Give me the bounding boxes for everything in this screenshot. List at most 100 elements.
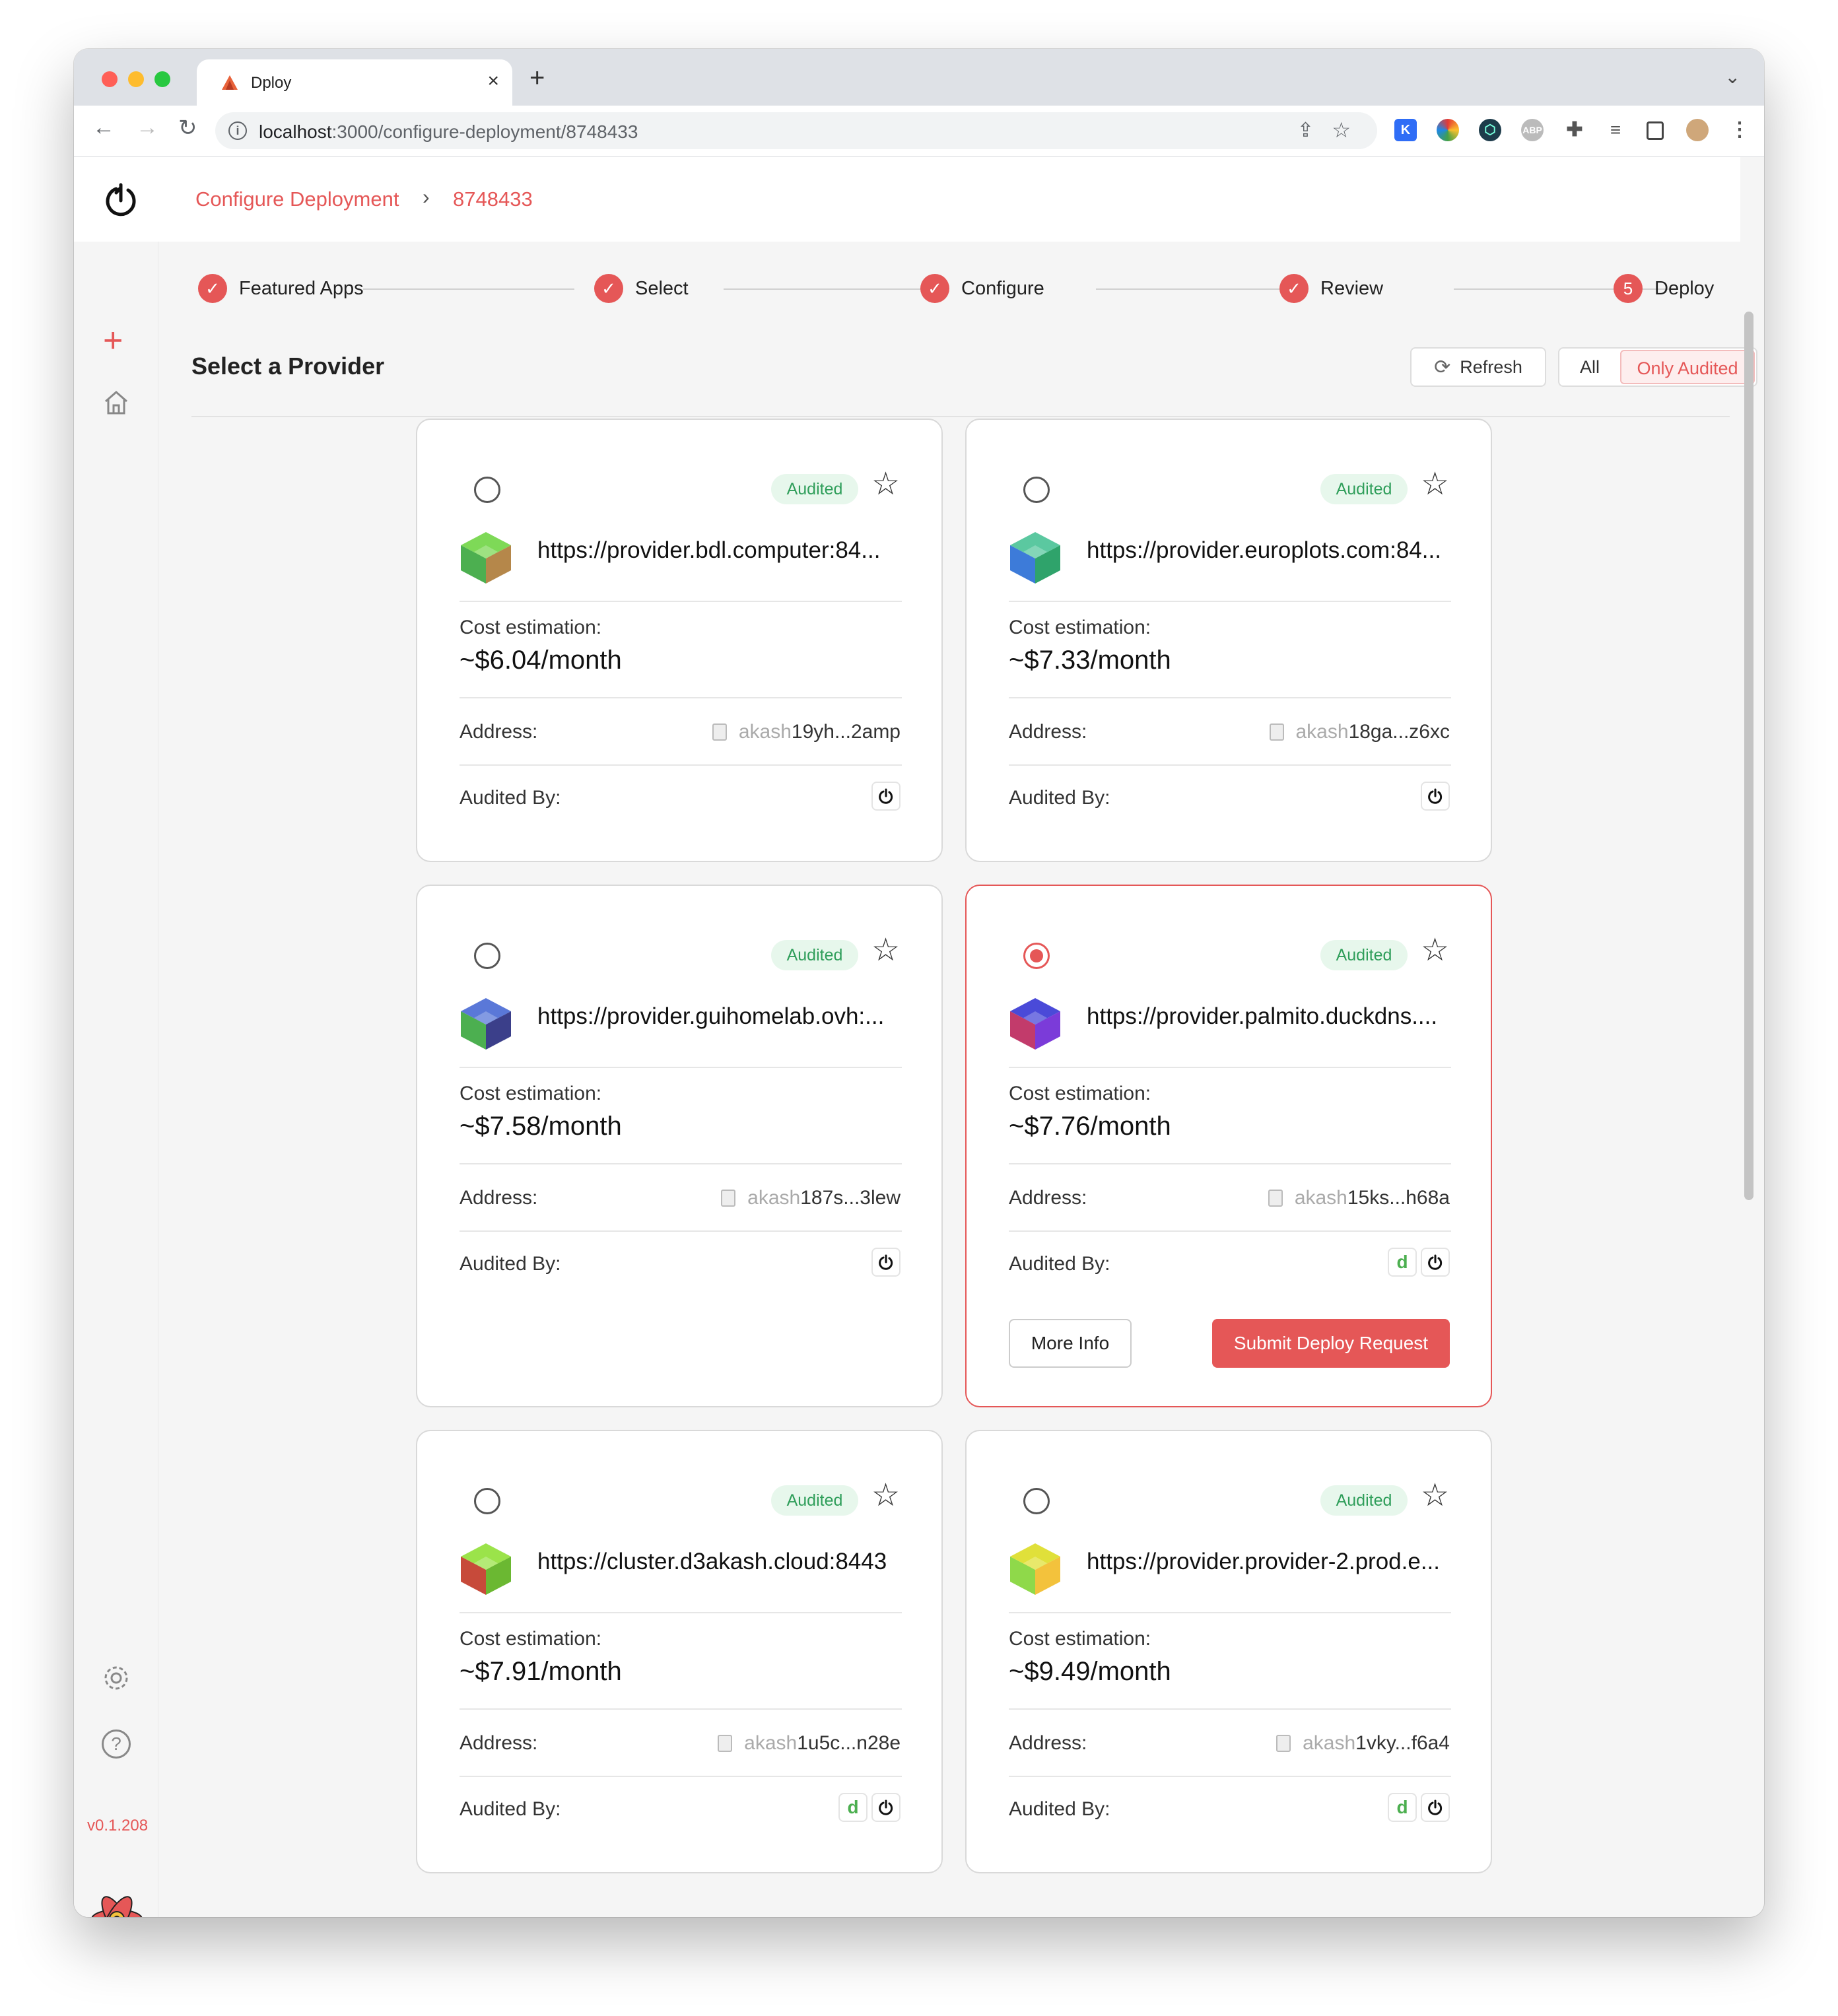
provider-address[interactable]: akash15ks...h68a: [1268, 1187, 1450, 1209]
cost-label: Cost estimation:: [460, 1628, 602, 1650]
step-deploy[interactable]: 5 Deploy: [1614, 273, 1714, 304]
provider-address[interactable]: akash187s...3lew: [721, 1187, 901, 1209]
help-icon[interactable]: ?: [102, 1730, 131, 1759]
settings-gear-icon[interactable]: [102, 1663, 131, 1693]
auditor-akash-icon[interactable]: [871, 1248, 901, 1277]
filter-all-option[interactable]: All: [1559, 357, 1620, 378]
divider: [460, 1230, 902, 1232]
copy-icon[interactable]: [1268, 1190, 1283, 1207]
provider-card[interactable]: Audited ☆ https://provider.europlots.com…: [965, 419, 1492, 862]
provider-radio[interactable]: [1023, 943, 1050, 969]
browser-menu-icon[interactable]: ⋮: [1728, 119, 1751, 141]
provider-address[interactable]: akash1u5c...n28e: [718, 1732, 901, 1755]
divider: [460, 1163, 902, 1164]
divider: [1009, 1163, 1451, 1164]
k-extension-icon[interactable]: K: [1394, 119, 1417, 141]
step-label: Configure: [961, 277, 1044, 299]
address-label: Address:: [1009, 1732, 1087, 1754]
hex-extension-icon[interactable]: ⬡: [1479, 119, 1501, 141]
reload-icon[interactable]: ↻: [178, 115, 197, 141]
auditor-list: d: [1388, 1248, 1450, 1277]
copy-icon[interactable]: [1269, 723, 1284, 741]
filter-only-audited-option[interactable]: Only Audited: [1620, 350, 1755, 384]
auditor-akash-icon[interactable]: [1421, 1248, 1450, 1277]
auditor-list: [871, 1248, 901, 1277]
cost-label: Cost estimation:: [1009, 617, 1151, 638]
provider-url: https://provider.europlots.com:84...: [1087, 537, 1441, 563]
provider-card[interactable]: Audited ☆ https://provider.guihomelab.ov…: [416, 885, 943, 1407]
side-panel-icon[interactable]: [1647, 121, 1664, 140]
reading-list-icon[interactable]: ≡: [1604, 119, 1627, 141]
auditor-akash-icon[interactable]: [1421, 1793, 1450, 1822]
favorite-star-icon[interactable]: ☆: [1421, 469, 1449, 500]
bookmark-star-icon[interactable]: ☆: [1332, 118, 1351, 143]
scrollbar-thumb[interactable]: [1744, 312, 1753, 1200]
step-label: Review: [1320, 277, 1384, 299]
profile-avatar[interactable]: [1686, 119, 1709, 141]
auditor-d-icon[interactable]: d: [1388, 1793, 1417, 1822]
extensions-puzzle-icon[interactable]: ✚: [1563, 119, 1586, 141]
copy-icon[interactable]: [712, 723, 727, 741]
provider-address[interactable]: akash19yh...2amp: [712, 721, 901, 743]
close-window-button[interactable]: [102, 71, 118, 87]
more-info-button[interactable]: More Info: [1009, 1319, 1132, 1368]
copy-icon[interactable]: [721, 1190, 736, 1207]
provider-card[interactable]: Audited ☆ https://cluster.d3akash.cloud:…: [416, 1430, 943, 1873]
address-bar[interactable]: i localhost:3000/configure-deployment/87…: [215, 112, 1377, 149]
new-deployment-plus-icon[interactable]: +: [103, 321, 123, 360]
minimize-window-button[interactable]: [128, 71, 144, 87]
auditor-d-icon[interactable]: d: [1388, 1248, 1417, 1277]
provider-card[interactable]: Audited ☆ https://provider.palmito.duckd…: [965, 885, 1492, 1407]
provider-radio[interactable]: [1023, 477, 1050, 503]
copy-icon[interactable]: [718, 1735, 733, 1752]
forward-arrow-icon[interactable]: →: [136, 115, 158, 141]
provider-address[interactable]: akash18ga...z6xc: [1269, 721, 1450, 743]
new-tab-button[interactable]: +: [529, 63, 545, 93]
stepper-connector: [1096, 288, 1309, 290]
step-review[interactable]: ✓ Review: [1279, 273, 1383, 304]
auditor-akash-icon[interactable]: [871, 1793, 901, 1822]
refresh-button[interactable]: ⟳ Refresh: [1410, 347, 1546, 387]
back-arrow-icon[interactable]: ←: [92, 115, 115, 141]
auditor-d-icon[interactable]: d: [838, 1793, 868, 1822]
share-icon[interactable]: ⇪: [1297, 119, 1314, 142]
provider-card[interactable]: Audited ☆ https://provider.bdl.computer:…: [416, 419, 943, 862]
site-info-icon[interactable]: i: [228, 121, 247, 140]
copy-icon[interactable]: [1276, 1735, 1291, 1752]
provider-card[interactable]: Audited ☆ https://provider.provider-2.pr…: [965, 1430, 1492, 1873]
step-featured-apps[interactable]: ✓ Featured Apps: [198, 273, 364, 304]
breadcrumb-deployment-id[interactable]: 8748433: [453, 187, 533, 211]
browser-tab[interactable]: Dploy ×: [197, 59, 512, 106]
provider-radio[interactable]: [1023, 1488, 1050, 1514]
home-icon[interactable]: [102, 388, 131, 417]
tab-close-icon[interactable]: ×: [487, 70, 499, 92]
adblock-extension-icon[interactable]: ABP: [1521, 119, 1544, 141]
provider-radio[interactable]: [474, 477, 500, 503]
refresh-icon: ⟳: [1434, 356, 1451, 378]
maximize-window-button[interactable]: [154, 71, 170, 87]
favorite-star-icon[interactable]: ☆: [1421, 1480, 1449, 1512]
favorite-star-icon[interactable]: ☆: [871, 469, 900, 500]
favorite-star-icon[interactable]: ☆: [871, 1480, 900, 1512]
cost-value: ~$7.76/month: [1009, 1112, 1171, 1141]
auditor-akash-icon[interactable]: [871, 782, 901, 811]
auditor-akash-icon[interactable]: [1421, 782, 1450, 811]
cost-label: Cost estimation:: [1009, 1083, 1151, 1104]
favorite-star-icon[interactable]: ☆: [871, 935, 900, 966]
breadcrumb-configure-deployment[interactable]: Configure Deployment: [195, 187, 399, 211]
dploy-logo-icon[interactable]: [102, 181, 140, 219]
provider-url: https://cluster.d3akash.cloud:8443: [537, 1549, 887, 1574]
tab-search-chevron-icon[interactable]: ⌄: [1725, 66, 1740, 88]
provider-radio[interactable]: [474, 943, 500, 969]
url-host: localhost: [259, 121, 332, 142]
provider-address[interactable]: akash1vky...f6a4: [1276, 1732, 1450, 1755]
address-prefix: akash: [1294, 1187, 1347, 1209]
submit-deploy-request-button[interactable]: Submit Deploy Request: [1212, 1319, 1450, 1368]
color-extension-icon[interactable]: [1437, 119, 1459, 141]
step-configure[interactable]: ✓ Configure: [920, 273, 1044, 304]
favorite-star-icon[interactable]: ☆: [1421, 935, 1449, 966]
react-atom-logo-icon[interactable]: [90, 1892, 144, 1917]
provider-identicon-icon: [461, 532, 511, 584]
step-select[interactable]: ✓ Select: [594, 273, 689, 304]
provider-radio[interactable]: [474, 1488, 500, 1514]
